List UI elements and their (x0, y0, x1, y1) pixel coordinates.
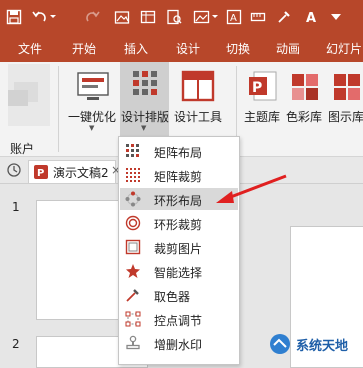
crop-icon (125, 239, 141, 255)
eyedropper-icon[interactable] (274, 7, 294, 27)
menu-item-label: 矩阵裁剪 (154, 170, 203, 184)
svg-text:A: A (306, 11, 316, 25)
menu-item-ring-crop[interactable]: 环形裁剪 (120, 212, 238, 234)
watermark-icon (270, 334, 290, 354)
tab-file[interactable]: 文件 (18, 40, 42, 57)
design-tools-icon[interactable] (181, 70, 215, 102)
svg-text:A: A (230, 13, 237, 24)
handle-icon (125, 311, 141, 327)
menu-item-label: 智能选择 (154, 266, 203, 280)
title-bar: A A (0, 0, 363, 34)
menu-item-label: 环形布局 (154, 194, 203, 208)
menu-item-color-picker[interactable]: 取色器 (120, 284, 238, 306)
undo-icon[interactable] (30, 7, 58, 27)
svg-text:P: P (37, 168, 44, 179)
document-title: 演示文稿2 (53, 166, 109, 180)
chevron-down-icon[interactable]: ▼ (89, 124, 94, 132)
menu-item-label: 裁剪图片 (154, 242, 203, 256)
theme-library-label[interactable]: 主题库 (244, 108, 280, 125)
matrix-crop-icon (125, 167, 141, 183)
chevron-down-icon[interactable]: ▼ (141, 124, 146, 132)
account-label[interactable]: 账户 (10, 140, 34, 157)
redo-icon[interactable] (82, 7, 102, 27)
design-layout-icon[interactable] (132, 70, 158, 96)
menu-item-crop-image[interactable]: 裁剪图片 (120, 236, 238, 258)
eyedropper-icon (125, 287, 141, 303)
save-icon[interactable] (4, 7, 24, 27)
ribbon-tabs: 文件 开始 插入 设计 切换 动画 幻灯片 (0, 34, 363, 62)
design-tools-label[interactable]: 设计工具 (174, 108, 222, 125)
table-icon[interactable] (138, 7, 158, 27)
star-icon (125, 263, 141, 279)
text-style-icon[interactable]: A (302, 7, 322, 27)
menu-item-smart-select[interactable]: 智能选择 (120, 260, 238, 282)
text-box-icon[interactable]: A (224, 7, 244, 27)
menu-item-label: 环形裁剪 (154, 218, 203, 232)
ring-crop-icon (125, 215, 141, 231)
menu-item-watermark[interactable]: 增删水印 (120, 332, 238, 354)
annotation-arrow (216, 174, 287, 203)
tab-insert[interactable]: 插入 (124, 40, 148, 57)
theme-library-icon[interactable]: P (248, 70, 278, 102)
quick-access-more-icon[interactable] (326, 7, 346, 27)
color-library-icon[interactable] (290, 72, 320, 102)
diagram-library-label[interactable]: 图示库 (328, 108, 363, 125)
tab-home[interactable]: 开始 (72, 40, 96, 57)
watermark-text: 系统天地 (296, 339, 349, 354)
clock-icon[interactable] (6, 162, 22, 178)
ribbon-separator (58, 66, 59, 152)
picture-menu-icon[interactable] (192, 7, 220, 27)
diagram-library-icon[interactable] (332, 72, 362, 102)
tab-animations[interactable]: 动画 (276, 40, 300, 57)
menu-item-label: 控点调节 (154, 314, 203, 328)
menu-item-matrix-layout[interactable]: 矩阵布局 (120, 140, 238, 162)
tab-slideshow[interactable]: 幻灯片 (326, 40, 362, 57)
account-avatar[interactable] (8, 64, 50, 126)
menu-item-label: 矩阵布局 (154, 146, 203, 160)
svg-text:P: P (252, 80, 262, 96)
document-tab[interactable]: P 演示文稿2 × (28, 160, 121, 183)
ring-layout-icon (125, 191, 141, 207)
one-click-optimize-icon[interactable] (76, 70, 110, 104)
watermark-logo: 系统天地 (268, 330, 360, 358)
ruler-icon[interactable] (248, 7, 268, 27)
color-library-label[interactable]: 色彩库 (286, 108, 322, 125)
matrix-icon (125, 143, 141, 159)
powerpoint-icon: P (33, 164, 49, 180)
stamp-icon (125, 335, 141, 351)
menu-item-label: 取色器 (154, 290, 191, 304)
design-layout-label[interactable]: 设计排版 (121, 108, 169, 125)
menu-item-label: 增删水印 (154, 338, 203, 352)
tab-design[interactable]: 设计 (176, 40, 200, 57)
slide-number: 1 (12, 200, 20, 214)
gallery-icon[interactable] (112, 7, 132, 27)
preview-icon[interactable] (164, 7, 184, 27)
tab-transitions[interactable]: 切换 (226, 40, 250, 57)
one-click-optimize-label[interactable]: 一键优化 (68, 108, 116, 125)
slide-number: 2 (12, 337, 20, 351)
menu-item-handle-adjust[interactable]: 控点调节 (120, 308, 238, 330)
